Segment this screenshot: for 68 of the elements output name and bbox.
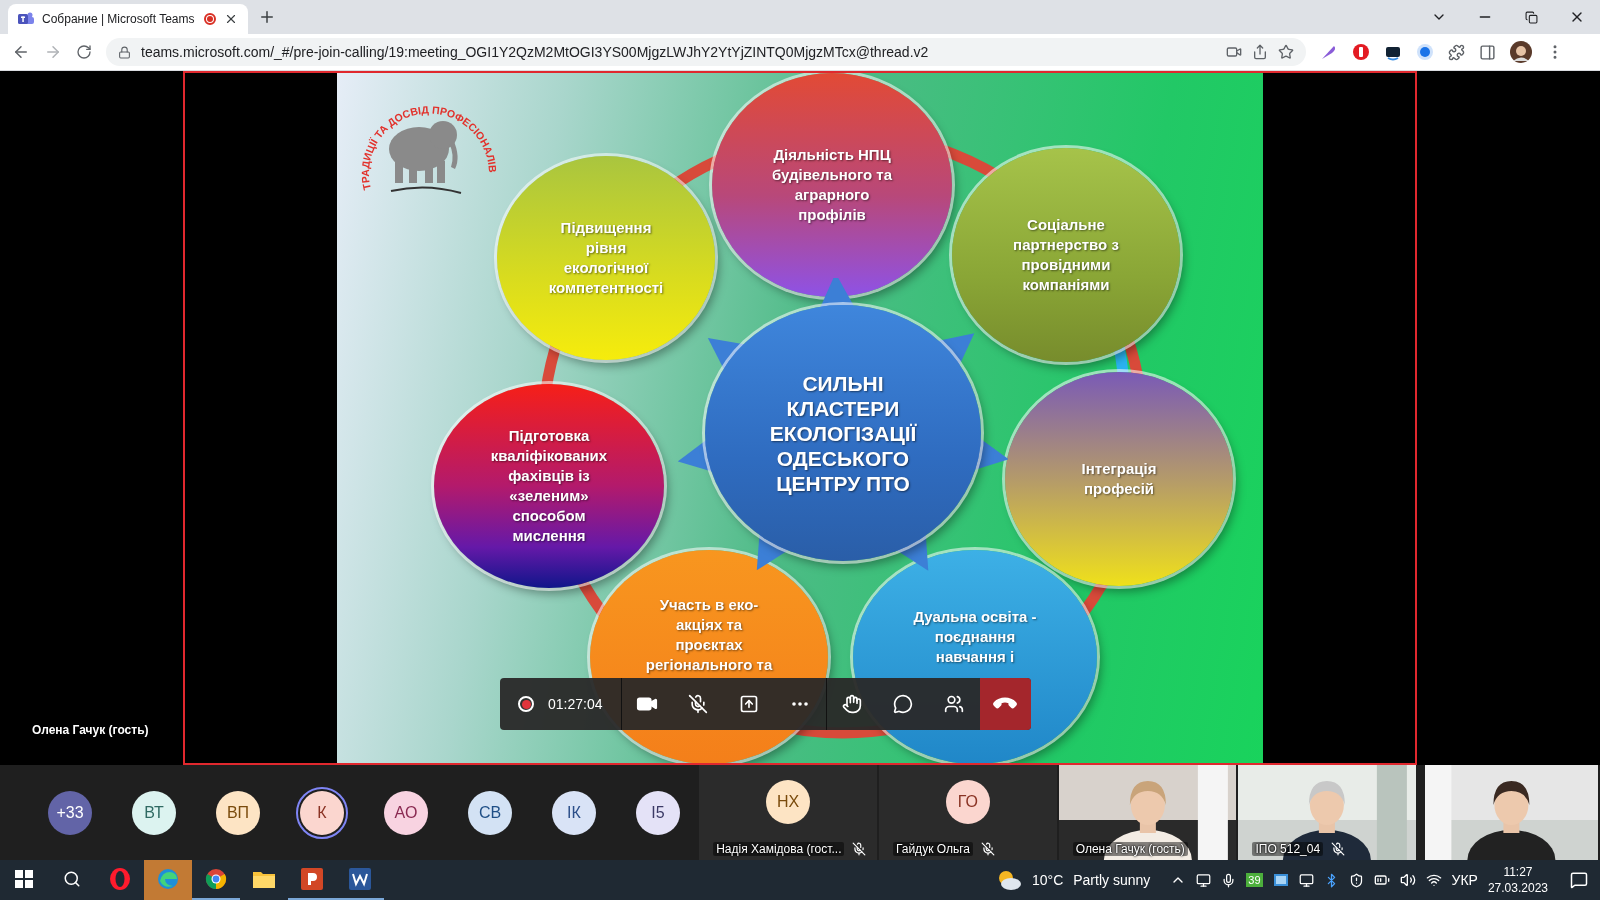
participant-avatar[interactable]: ВТ: [132, 790, 176, 835]
volume-icon[interactable]: [1399, 872, 1416, 888]
address-bar[interactable]: teams.microsoft.com/_#/pre-join-calling/19:meeting_OGI1Y2QzM2MtOGI3YS00MjgzLWJhY2YtYjZINTQ0MjgzMTcx@thread.v2: [106, 38, 1306, 66]
participant-avatar: НХ: [766, 779, 811, 824]
microphone-icon[interactable]: [1221, 872, 1237, 888]
participant-name: ІПО 512_04: [1252, 842, 1324, 856]
word-icon[interactable]: [349, 868, 371, 890]
display-icon[interactable]: [1298, 872, 1314, 888]
more-icon: [792, 702, 808, 706]
wifi-icon[interactable]: [1425, 872, 1442, 888]
participant-avatar[interactable]: І5: [636, 790, 680, 835]
restore-icon[interactable]: [1524, 10, 1538, 24]
participant-avatar[interactable]: ВП: [216, 790, 260, 835]
cluster-text: Діяльність НПЦ будівельного та аграрного профілів: [771, 145, 893, 225]
cluster-text: Дуальна освіта - поєднання навчання і: [913, 607, 1037, 667]
close-icon[interactable]: [224, 12, 238, 26]
bookmark-star-icon[interactable]: [1278, 44, 1294, 60]
participant-tile[interactable]: ГО Гайдук Ольга: [878, 765, 1057, 860]
camera-icon[interactable]: [1226, 44, 1242, 60]
lock-icon: [118, 45, 131, 59]
participant-avatar[interactable]: СВ: [468, 790, 512, 835]
notifications-icon[interactable]: [1570, 871, 1588, 889]
battery-icon[interactable]: [1373, 872, 1390, 888]
search-icon[interactable]: [63, 870, 81, 888]
share-icon[interactable]: [1252, 44, 1268, 60]
participant-name: Гайдук Ольга: [892, 842, 973, 856]
folder-icon[interactable]: [252, 869, 276, 889]
reload-icon[interactable]: [76, 44, 92, 60]
windows-start-icon[interactable]: [15, 870, 33, 888]
participant-avatar: ГО: [945, 779, 990, 824]
opera-icon[interactable]: [108, 867, 132, 891]
monitor-icon[interactable]: [1196, 872, 1212, 888]
hang-up-button[interactable]: [979, 678, 1031, 730]
teams-icon: [18, 11, 34, 27]
chat-icon: [893, 694, 913, 714]
network-card-icon[interactable]: [1272, 873, 1289, 887]
call-timer: 01:27:04: [548, 696, 603, 712]
hand-icon: [842, 694, 862, 714]
side-panel-icon[interactable]: [1479, 43, 1496, 61]
powerpoint-icon[interactable]: [301, 868, 323, 890]
cluster-text: Соціальне партнерство з провідними компаніями: [1013, 215, 1119, 295]
shield-extension-icon[interactable]: [1352, 43, 1370, 61]
profile-avatar[interactable]: [1510, 41, 1532, 63]
cluster-text: Участь в еко- акціях та проєктах регіонального та: [645, 595, 773, 675]
mic-off-icon: [688, 694, 708, 714]
weather-text: Partly sunny: [1073, 872, 1151, 888]
browser-tab[interactable]: Собрание | Microsoft Teams: [8, 4, 248, 34]
participant-avatar[interactable]: АО: [384, 790, 428, 835]
share-tray-icon: [739, 694, 759, 714]
participant-avatar[interactable]: ІК: [552, 790, 596, 835]
participant-tile[interactable]: НХ Надія Хамідова (гост...: [699, 765, 877, 860]
chrome-icon[interactable]: [204, 867, 228, 891]
temperature: 10°C: [1031, 872, 1064, 888]
participant-name: Олена Гачук (гость): [1072, 842, 1188, 856]
cluster-text: Підготовка кваліфікованих фахівців із «зеленим» способом мислення: [490, 426, 608, 546]
extensions-icon[interactable]: [1448, 43, 1465, 61]
cluster-text: Підвищення рівня екологічної компетентності: [548, 218, 664, 298]
more-participants-avatar[interactable]: +33: [48, 790, 92, 835]
center-title: СИЛЬНІ КЛАСТЕРИ ЕКОЛОГІЗАЦІЇ ОДЕСЬКОГО ЦЕНТРУ ПТО: [769, 370, 917, 496]
clock[interactable]: 11:27 27.03.2023: [1487, 864, 1548, 896]
new-tab-icon[interactable]: [258, 8, 276, 26]
back-icon[interactable]: [12, 43, 30, 61]
participant-name: Надія Хамідова (гост...: [713, 842, 845, 856]
language-indicator[interactable]: УКР: [1451, 872, 1478, 888]
people-icon: [944, 694, 964, 714]
presenter-name: Олена Гачук (гость): [32, 723, 149, 737]
security-icon[interactable]: [1348, 872, 1364, 888]
cluster-text: Інтеграція професій: [1081, 459, 1157, 499]
